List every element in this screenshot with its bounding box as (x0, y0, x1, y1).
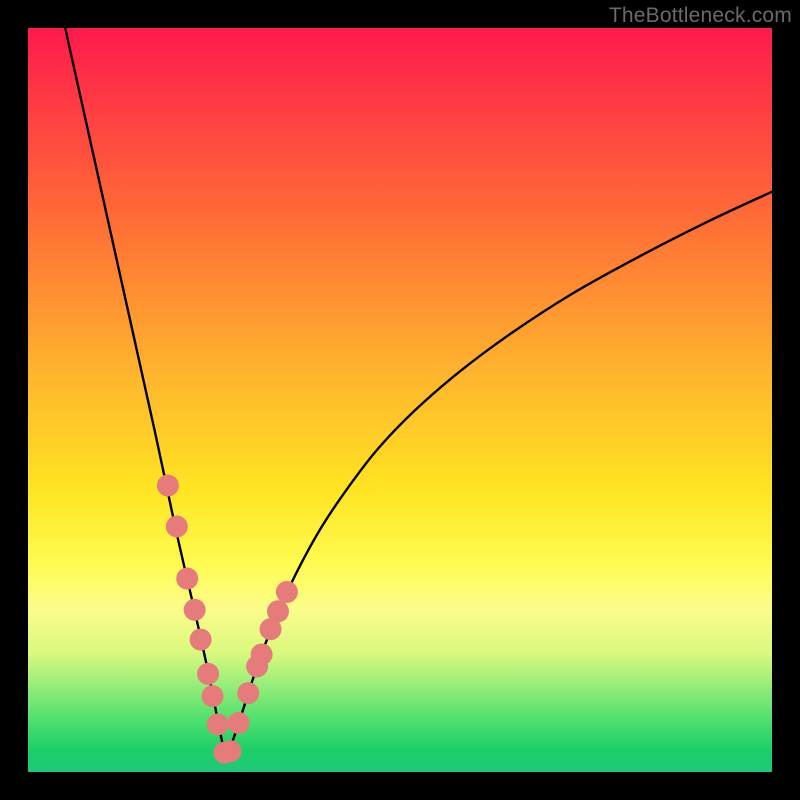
marker-dot (190, 629, 212, 651)
curve-layer (28, 28, 772, 772)
marker-dot (228, 712, 250, 734)
marker-dot (267, 600, 289, 622)
marker-dot (207, 713, 229, 735)
plot-area (28, 28, 772, 772)
watermark-text: TheBottleneck.com (609, 4, 792, 28)
marker-dot (176, 568, 198, 590)
curve-right (226, 192, 772, 759)
marker-dot (276, 581, 298, 603)
marker-dot (166, 515, 188, 537)
marker-dot (219, 740, 241, 762)
marker-dot (197, 663, 219, 685)
marker-dot (202, 685, 224, 707)
marker-dots (157, 475, 298, 764)
marker-dot (237, 682, 259, 704)
marker-dot (184, 599, 206, 621)
marker-dot (157, 475, 179, 497)
v-curve (65, 28, 772, 759)
chart-frame: TheBottleneck.com (0, 0, 800, 800)
marker-dot (251, 643, 273, 665)
